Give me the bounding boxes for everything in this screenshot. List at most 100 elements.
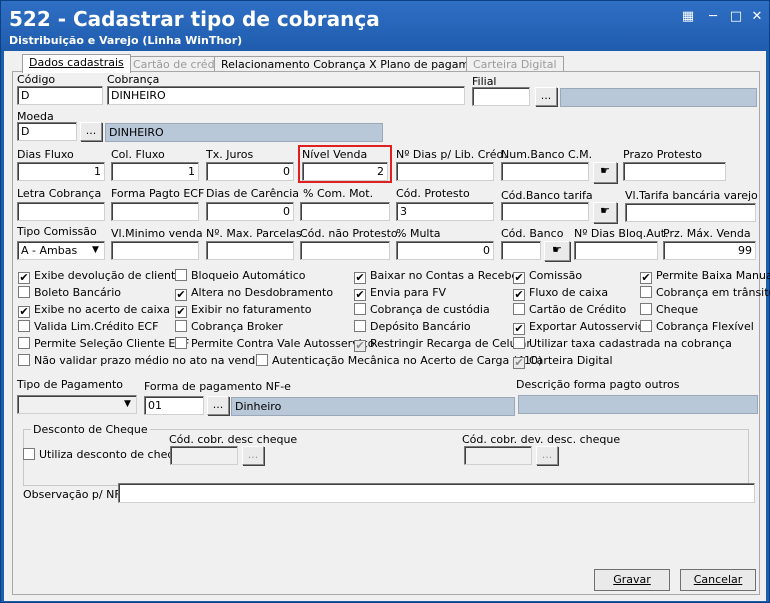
tx-juros-field[interactable]: 0 [206,162,294,181]
nao-validar-prazo-checkbox[interactable]: Não validar prazo médio no ato na venda [18,354,262,368]
cobranca-broker-label: Cobrança Broker [191,320,283,333]
cod-nao-protesto-label: Cód. não Protesto. [300,227,401,240]
cod-banco-tarifa-field[interactable] [501,202,589,221]
moeda-lookup-button[interactable]: ... [80,122,102,141]
filial-lookup-button[interactable]: ... [535,87,557,106]
dias-carencia-field[interactable]: 0 [206,202,294,221]
altera-desdobramento-checkbox[interactable]: ✔ Altera no Desdobramento [175,286,333,301]
nivel-venda-label: Nível Venda [302,148,368,161]
minimize-icon[interactable]: ─ [702,7,724,27]
cod-cobr-dev-desc-cheque-field[interactable] [464,446,532,465]
cod-cobr-desc-cheque-field[interactable] [170,446,238,465]
utilizar-taxa-box [513,337,525,349]
exibe-devolucao-box: ✔ [18,271,30,284]
chevron-down-icon: ▼ [92,245,99,255]
tab-relacionamento[interactable]: Relacionamento Cobrança X Plano de pagam… [214,56,502,72]
tipo-comissao-select[interactable]: A - Ambas ▼ [17,241,105,260]
cobranca-field[interactable]: DINHEIRO [107,86,465,105]
tab-carteira-digital[interactable]: Carteira Digital [466,56,564,72]
deposito-bancario-checkbox[interactable]: Depósito Bancário [354,320,471,334]
col-fluxo-field[interactable]: 1 [111,162,199,181]
cobranca-transito-checkbox[interactable]: Cobrança em trânsito [640,286,770,300]
baixar-contas-checkbox[interactable]: ✔ Baixar no Contas a Receber [354,269,523,284]
codigo-field[interactable]: D [17,86,103,105]
cobranca-flexivel-checkbox[interactable]: Cobrança Flexível [640,320,754,334]
utiliza-desconto-cheque-box [23,448,35,460]
restringir-recarga-checkbox[interactable]: ✔ Restringir Recarga de Celular [354,337,531,352]
observacao-nf-field[interactable] [118,483,755,503]
tipo-pagamento-select[interactable]: ▼ [17,395,137,414]
permite-vale-checkbox[interactable]: Permite Contra Vale Autosserviço [175,337,375,351]
cobranca-custodia-checkbox[interactable]: Cobrança de custódia [354,303,490,317]
dias-lib-cred-field[interactable] [396,162,494,181]
num-banco-cm-field[interactable] [501,162,589,181]
prazo-protesto-field[interactable] [623,162,726,181]
fluxo-caixa-checkbox[interactable]: ✔ Fluxo de caixa [513,286,608,301]
cancelar-button[interactable]: Cancelar [680,569,756,591]
cobranca-broker-checkbox[interactable]: Cobrança Broker [175,320,283,334]
dias-fluxo-field[interactable]: 1 [17,162,105,181]
cod-cobr-desc-cheque-lookup-button[interactable]: ... [242,446,264,465]
moeda-code-field[interactable]: D [17,122,77,141]
edit-icon[interactable]: ▦ [677,7,699,27]
autenticacao-mecanica-checkbox[interactable]: Autenticação Mecânica no Acerto de Carga… [256,354,542,368]
vl-tarifa-label: Vl.Tarifa bancária varejo [625,189,758,202]
deposito-bancario-box [354,320,366,332]
permite-baixa-manual-checkbox[interactable]: ✔ Permite Baixa Manual [640,269,770,284]
carteira-digital-box: ✔ [513,356,525,369]
com-mot-field[interactable] [300,202,390,221]
forma-pagamento-lookup-button[interactable]: ... [207,396,229,415]
tab-dados-cadastrais[interactable]: Dados cadastrais [22,54,131,73]
autenticacao-mecanica-box [256,354,268,366]
maximize-icon[interactable]: □ [725,7,747,27]
utilizar-taxa-checkbox[interactable]: Utilizar taxa cadastrada na cobrança [513,337,732,351]
forma-pagamento-code-field[interactable]: 01 [144,396,204,415]
cod-nao-protesto-field[interactable] [300,241,390,260]
nivel-venda-field[interactable]: 2 [302,162,388,181]
dias-bloq-aut-field[interactable] [574,241,658,260]
permite-selecao-checkbox[interactable]: Permite Seleção Cliente ECF [18,337,189,351]
carteira-digital-checkbox[interactable]: ✔ Carteira Digital [513,354,613,369]
close-icon[interactable]: ✕ [746,7,768,27]
exportar-autosservico-checkbox[interactable]: ✔ Exportar Autosserviço [513,320,650,335]
vl-tarifa-field[interactable] [625,203,756,222]
client-area: Dados cadastrais Cartão de crédito Relac… [4,51,770,601]
cod-banco-field[interactable] [501,241,541,260]
cod-banco-label: Cód. Banco [501,227,564,240]
gravar-button[interactable]: Gravar [594,569,670,591]
moeda-description: DINHEIRO [105,123,383,142]
bloqueio-automatico-checkbox[interactable]: Bloqueio Automático [175,269,305,283]
comissao-checkbox[interactable]: ✔ Comissão [513,269,582,284]
vl-minimo-venda-label: Vl.Minimo venda [111,227,203,240]
vl-minimo-venda-field[interactable] [111,241,199,260]
cod-banco-tarifa-pointer-icon[interactable]: ☛ [593,202,617,223]
valida-lim-label: Valida Lim.Crédito ECF [34,320,159,333]
valida-lim-checkbox[interactable]: Valida Lim.Crédito ECF [18,320,158,334]
fluxo-caixa-box: ✔ [513,288,525,301]
exibe-devolucao-checkbox[interactable]: ✔ Exibe devolução de cliente [18,269,182,284]
cod-banco-pointer-icon[interactable]: ☛ [544,241,570,261]
utiliza-desconto-cheque-checkbox[interactable]: Utiliza desconto de cheque [23,448,188,462]
forma-pagto-ecf-field[interactable] [111,202,199,221]
exibir-faturamento-label: Exibir no faturamento [191,303,312,316]
max-parcelas-field[interactable] [206,241,294,260]
cod-cobr-dev-desc-cheque-lookup-button[interactable]: ... [536,446,558,465]
cod-protesto-field[interactable]: 3 [396,202,494,221]
tipo-pagamento-label: Tipo de Pagamento [17,378,123,391]
exibir-faturamento-checkbox[interactable]: ✔ Exibir no faturamento [175,303,312,318]
cartao-credito-checkbox[interactable]: Cartão de Crédito [513,303,626,317]
permite-selecao-label: Permite Seleção Cliente ECF [34,337,190,350]
multa-field[interactable]: 0 [396,241,494,260]
num-banco-cm-pointer-icon[interactable]: ☛ [593,162,617,183]
cobranca-custodia-label: Cobrança de custódia [370,303,490,316]
filial-field[interactable] [472,87,530,106]
cod-cobr-desc-cheque-label: Cód. cobr. desc cheque [169,433,298,446]
boleto-bancario-label: Boleto Bancário [34,286,121,299]
exibe-acerto-checkbox[interactable]: ✔ Exibe no acerto de caixa [18,303,170,318]
boleto-bancario-checkbox[interactable]: Boleto Bancário [18,286,121,300]
prz-max-venda-field[interactable]: 99 [663,241,756,260]
envia-fv-checkbox[interactable]: ✔ Envia para FV [354,286,446,301]
cheque-checkbox[interactable]: Cheque [640,303,698,317]
altera-desdobramento-box: ✔ [175,288,187,301]
letra-cobranca-field[interactable] [17,202,105,221]
